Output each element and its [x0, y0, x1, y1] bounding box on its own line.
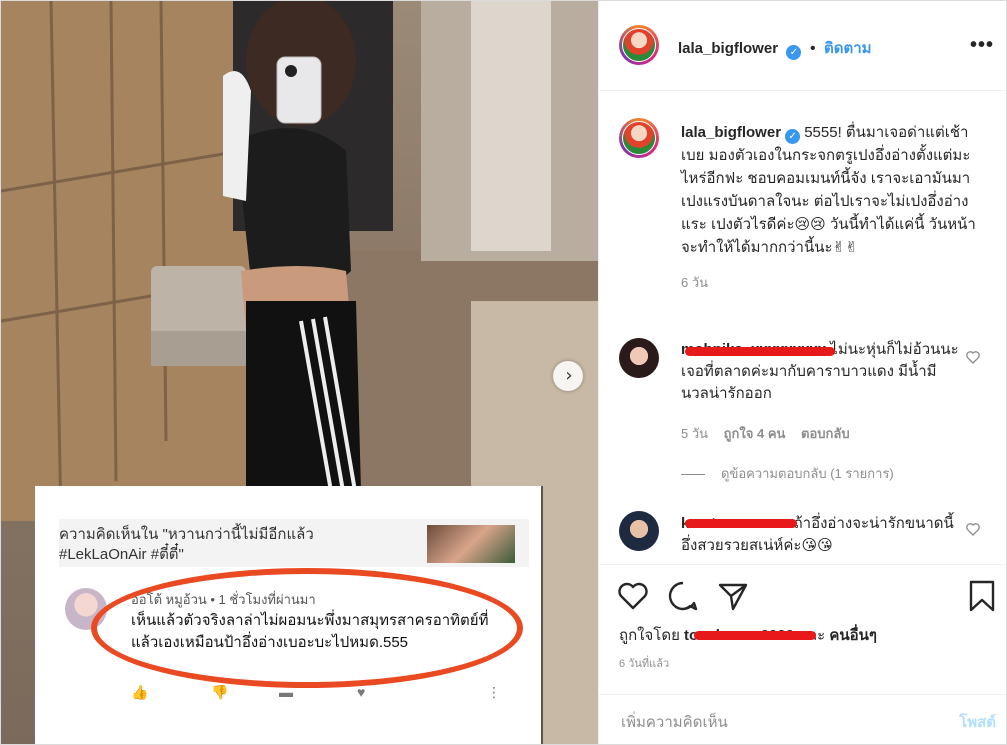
- author-line: lala_bigflower ✓ • ติดตาม: [678, 36, 872, 60]
- post-caption: lala_bigflower ✓ 5555! ตื่นมาเจอด่าแต่เช้…: [681, 121, 981, 294]
- reply-icon: ▬: [279, 684, 293, 700]
- author-avatar[interactable]: [619, 25, 659, 65]
- highlight-ellipse: [91, 568, 523, 688]
- verified-badge-icon: ✓: [786, 45, 802, 60]
- comment-avatar[interactable]: [619, 511, 659, 551]
- more-options-icon[interactable]: •••: [970, 34, 994, 57]
- embedded-context-text: ความคิดเห็นใน "หวานกว่านี้ไม่มีอีกแล้ว #…: [59, 526, 314, 563]
- view-replies-button[interactable]: ดูข้อความตอบกลับ (1 รายการ): [681, 463, 894, 484]
- post-comment-button[interactable]: โพสต์: [959, 710, 996, 734]
- redaction-mark: [685, 519, 797, 528]
- caption-time[interactable]: 6 วัน: [681, 271, 981, 294]
- dislike-icon: 👎: [211, 684, 229, 700]
- liked-by-others[interactable]: คนอื่นๆ: [829, 627, 877, 644]
- chevron-right-icon: ›: [565, 365, 573, 386]
- embedded-comment-card: ความคิดเห็นใน "หวานกว่านี้ไม่มีอีกแล้ว #…: [35, 486, 543, 744]
- embedded-thumbnail: [427, 525, 515, 563]
- separator-dot: •: [809, 40, 816, 57]
- comment-likes[interactable]: ถูกใจ 4 คน: [724, 426, 786, 441]
- redaction-mark: [685, 347, 835, 356]
- caption-text: 5555! ตื่นมาเจอด่าแต่เช้าเบย มองตัวเองใน…: [681, 124, 976, 256]
- post-sidebar: lala_bigflower ✓ • ติดตาม ••• lala_bigfl…: [598, 1, 1006, 744]
- comment-icon[interactable]: [666, 579, 700, 613]
- add-comment-bar: โพสต์: [599, 694, 1006, 744]
- comments-list[interactable]: lala_bigflower ✓ 5555! ตื่นมาเจอด่าแต่เช้…: [599, 91, 1006, 564]
- follow-button[interactable]: ติดตาม: [824, 40, 872, 57]
- embedded-context-header: ความคิดเห็นใน "หวานกว่านี้ไม่มีอีกแล้ว #…: [59, 519, 529, 567]
- post-timestamp[interactable]: 6 วันที่แล้ว: [619, 654, 669, 672]
- redaction-mark: [694, 631, 816, 640]
- comment-time[interactable]: 5 วัน: [681, 426, 708, 441]
- post-dialog: › ความคิดเห็นใน "หวานกว่านี้ไม่มีอีกแล้ว…: [0, 0, 1007, 745]
- post-actions: ถูกใจโดย tonchanon9999 และ คนอื่นๆ 6 วัน…: [599, 564, 1006, 695]
- comment-like-heart-icon[interactable]: [965, 521, 981, 537]
- heart-icon: ♥: [357, 684, 366, 700]
- liked-by-prefix: ถูกใจโดย: [619, 627, 680, 644]
- post-photo[interactable]: › ความคิดเห็นใน "หวานกว่านี้ไม่มีอีกแล้ว…: [1, 1, 598, 744]
- reply-button[interactable]: ตอบกลับ: [801, 426, 850, 441]
- share-icon[interactable]: [716, 579, 750, 613]
- next-photo-button[interactable]: ›: [553, 361, 583, 391]
- like-icon: 👍: [131, 684, 149, 700]
- caption-author-avatar[interactable]: [619, 118, 659, 158]
- embedded-actions: 👍 👎 ▬ ♥ ⋮: [131, 684, 501, 704]
- comment-meta: 5 วัน ถูกใจ 4 คน ตอบกลับ: [681, 423, 862, 444]
- post-header: lala_bigflower ✓ • ติดตาม •••: [599, 1, 1006, 91]
- comment-avatar[interactable]: [619, 338, 659, 378]
- caption-username[interactable]: lala_bigflower: [681, 124, 781, 141]
- heart-icon[interactable]: [616, 579, 650, 613]
- verified-badge-icon: ✓: [785, 129, 801, 144]
- bookmark-icon[interactable]: [965, 579, 999, 613]
- more-vertical-icon: ⋮: [487, 684, 501, 700]
- comment-like-heart-icon[interactable]: [965, 349, 981, 365]
- comment-input[interactable]: [619, 707, 923, 737]
- author-username[interactable]: lala_bigflower: [678, 40, 778, 57]
